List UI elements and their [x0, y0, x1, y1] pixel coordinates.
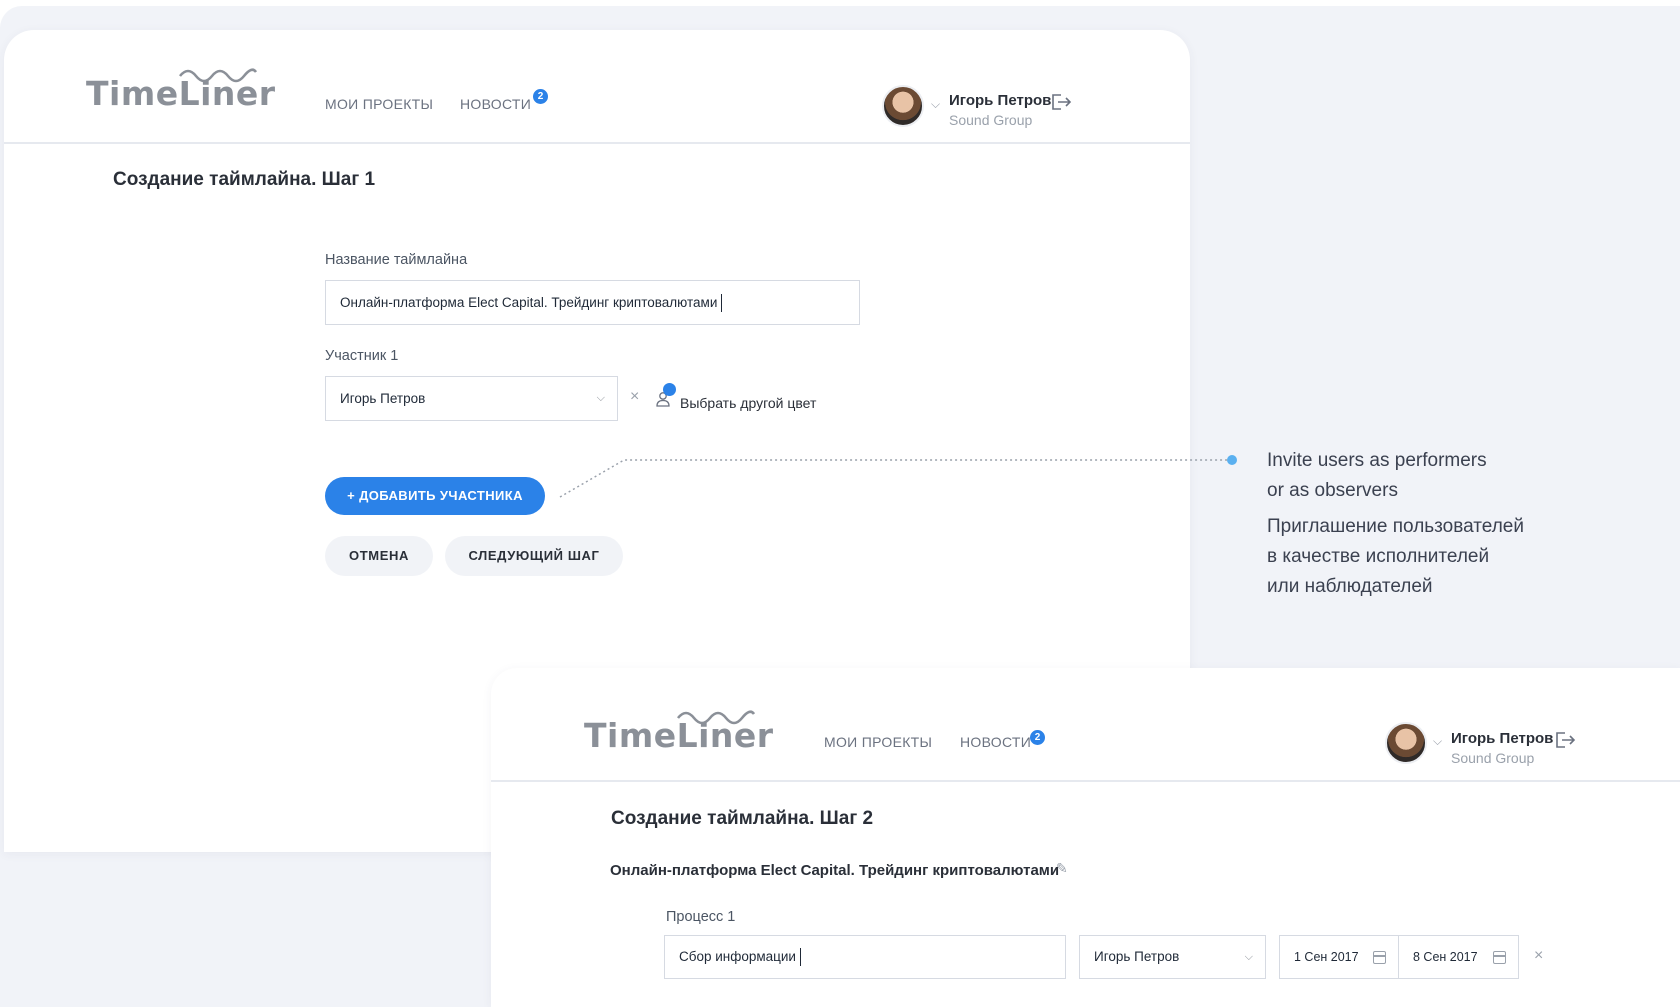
- chevron-down-icon: ⌵: [1244, 951, 1253, 963]
- annotation-en-line2: or as observers: [1267, 480, 1398, 501]
- logout-icon[interactable]: [1556, 732, 1576, 748]
- process-value: Сбор информации: [679, 949, 796, 964]
- user-name[interactable]: Игорь Петров: [1451, 730, 1553, 747]
- assignee-select[interactable]: Игорь Петров ⌵: [1079, 935, 1266, 979]
- avatar[interactable]: [1385, 722, 1427, 764]
- text-cursor: [799, 948, 801, 967]
- annotation-ru-line3: или наблюдателей: [1267, 576, 1433, 597]
- chevron-down-icon[interactable]: ⌵: [1433, 734, 1442, 749]
- logo[interactable]: TimeLiner: [584, 710, 774, 755]
- calendar-icon: [1373, 951, 1386, 964]
- nav-my-projects[interactable]: МОИ ПРОЕКТЫ: [824, 734, 932, 750]
- nav-news[interactable]: НОВОСТИ: [960, 734, 1031, 750]
- annotation-ru-line1: Приглашение пользователей: [1267, 516, 1524, 537]
- edit-icon[interactable]: ✎: [1056, 860, 1068, 877]
- process-label: Процесс 1: [666, 909, 736, 925]
- start-date-input[interactable]: 1 Сен 2017: [1279, 935, 1399, 979]
- page-title: Создание таймлайна. Шаг 2: [611, 808, 874, 829]
- calendar-icon: [1493, 951, 1506, 964]
- news-badge: 2: [1030, 730, 1045, 745]
- end-date-input[interactable]: 8 Сен 2017: [1398, 935, 1519, 979]
- timeline-name: Онлайн-платформа Elect Capital. Трейдинг…: [610, 862, 1060, 879]
- top-navbar: TimeLiner МОИ ПРОЕКТЫ НОВОСТИ 2 ⌵ Игорь …: [491, 668, 1680, 782]
- start-date-value: 1 Сен 2017: [1294, 950, 1359, 964]
- assignee-value: Игорь Петров: [1094, 949, 1180, 964]
- annotation-en-line1: Invite users as performers: [1267, 450, 1487, 471]
- remove-process-icon[interactable]: ×: [1534, 947, 1543, 965]
- annotation-ru-line2: в качестве исполнителей: [1267, 546, 1490, 567]
- wave-icon: [676, 710, 756, 725]
- end-date-value: 8 Сен 2017: [1413, 950, 1478, 964]
- user-org: Sound Group: [1451, 750, 1535, 766]
- step2-window: TimeLiner МОИ ПРОЕКТЫ НОВОСТИ 2 ⌵ Игорь …: [491, 668, 1680, 1007]
- process-name-input[interactable]: Сбор информации: [664, 935, 1066, 979]
